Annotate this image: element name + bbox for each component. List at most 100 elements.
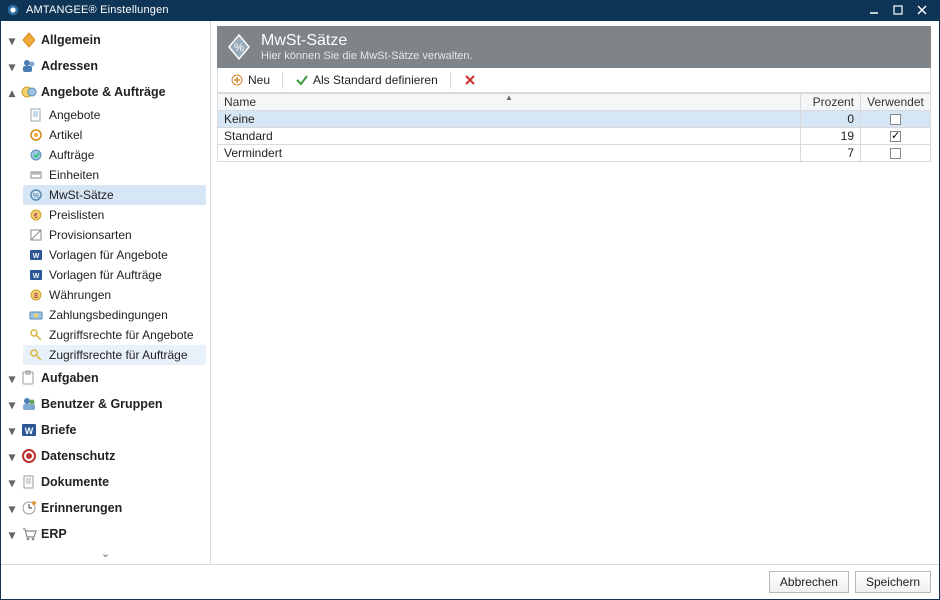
svg-text:W: W <box>33 273 40 280</box>
sidebar-item-label: Vorlagen für Aufträge <box>49 268 162 282</box>
plus-icon <box>230 73 244 87</box>
sidebar-cat-datenschutz[interactable]: ▾ Datenschutz <box>5 443 206 469</box>
sidebar-item-vorlagen-angebote[interactable]: W Vorlagen für Angebote <box>23 245 206 265</box>
sidebar-item-einheiten[interactable]: Einheiten <box>23 165 206 185</box>
key-icon <box>29 328 43 342</box>
sidebar-item-preislisten[interactable]: € Preislisten <box>23 205 206 225</box>
sidebar-item-auftraege[interactable]: Aufträge <box>23 145 206 165</box>
sidebar-item-waehrungen[interactable]: $ Währungen <box>23 285 206 305</box>
panel-banner: % MwSt-Sätze Hier können Sie die MwSt-Sä… <box>217 26 931 68</box>
sidebar-cat-dokumente[interactable]: ▾ Dokumente <box>5 469 206 495</box>
app-icon <box>6 3 20 17</box>
panel-title: MwSt-Sätze <box>261 32 473 50</box>
order-icon <box>29 148 43 162</box>
tax-icon: % <box>29 188 43 202</box>
svg-text:$: $ <box>34 293 38 300</box>
sidebar-cat-angebote[interactable]: ▴ Angebote & Aufträge <box>5 79 206 105</box>
article-icon <box>29 128 43 142</box>
delete-button[interactable] <box>457 71 483 89</box>
checkbox[interactable] <box>890 131 901 142</box>
commission-icon <box>29 228 43 242</box>
set-default-button[interactable]: Als Standard definieren <box>289 71 444 89</box>
panel-subtitle: Hier können Sie die MwSt-Sätze verwalten… <box>261 50 473 62</box>
word-icon: W <box>29 268 43 282</box>
chevron-down-icon: ▾ <box>7 451 17 461</box>
sidebar-cat-adressen[interactable]: ▾ Adressen <box>5 53 206 79</box>
checkbox[interactable] <box>890 114 901 125</box>
cart-icon <box>21 526 37 542</box>
new-button[interactable]: Neu <box>224 71 276 89</box>
column-header-prozent[interactable]: Prozent <box>801 93 861 110</box>
sidebar-item-zugriff-angebote[interactable]: Zugriffsrechte für Angebote <box>23 325 206 345</box>
svg-text:W: W <box>33 253 40 260</box>
sidebar-item-label: Zahlungsbedingungen <box>49 308 168 322</box>
table-row[interactable]: Keine 0 <box>218 110 931 127</box>
save-button[interactable]: Speichern <box>855 571 931 593</box>
cancel-button[interactable]: Abbrechen <box>769 571 849 593</box>
table-row[interactable]: Standard 19 <box>218 127 931 144</box>
sidebar-cat-label: Dokumente <box>41 475 109 489</box>
sidebar-item-provisionsarten[interactable]: Provisionsarten <box>23 225 206 245</box>
checkbox[interactable] <box>890 148 901 159</box>
scroll-down-icon[interactable]: ⌄ <box>5 547 206 560</box>
cell-verwendet <box>861 144 931 161</box>
sidebar-item-angebote[interactable]: Angebote <box>23 105 206 125</box>
sidebar-cat-label: Allgemein <box>41 33 101 47</box>
close-button[interactable] <box>910 0 934 20</box>
sidebar-item-label: Provisionsarten <box>49 228 132 242</box>
sidebar-cat-benutzer[interactable]: ▾ Benutzer & Gruppen <box>5 391 206 417</box>
tax-banner-icon: % <box>225 33 253 61</box>
column-header-verwendet[interactable]: Verwendet <box>861 93 931 110</box>
payment-icon <box>29 308 43 322</box>
chevron-down-icon: ▾ <box>7 477 17 487</box>
chevron-down-icon: ▾ <box>7 425 17 435</box>
tasks-icon <box>21 370 37 386</box>
chevron-down-icon: ▾ <box>7 399 17 409</box>
toolbar-label: Als Standard definieren <box>313 73 438 87</box>
svg-text:€: € <box>34 213 38 220</box>
minimize-button[interactable] <box>862 0 886 20</box>
chevron-up-icon: ▴ <box>7 87 17 97</box>
table-row[interactable]: Vermindert 7 <box>218 144 931 161</box>
data-grid: Name▲ Prozent Verwendet Keine 0 Standard <box>217 93 931 162</box>
sort-asc-icon: ▲ <box>505 93 513 102</box>
column-header-name[interactable]: Name▲ <box>218 93 801 110</box>
cell-prozent: 7 <box>801 144 861 161</box>
sidebar-item-mwst[interactable]: % MwSt-Sätze <box>23 185 206 205</box>
sidebar-item-vorlagen-auftraege[interactable]: W Vorlagen für Aufträge <box>23 265 206 285</box>
chevron-down-icon: ▾ <box>7 373 17 383</box>
window-title: AMTANGEE® Einstellungen <box>26 4 862 16</box>
sidebar-cat-briefe[interactable]: ▾ W Briefe <box>5 417 206 443</box>
sidebar-cat-label: Datenschutz <box>41 449 115 463</box>
chevron-down-icon: ▾ <box>7 529 17 539</box>
sidebar-cat-label: Aufgaben <box>41 371 99 385</box>
svg-text:%: % <box>33 193 39 200</box>
maximize-button[interactable] <box>886 0 910 20</box>
key-icon <box>29 348 43 362</box>
address-icon <box>21 58 37 74</box>
svg-text:W: W <box>25 426 34 436</box>
sidebar-item-artikel[interactable]: Artikel <box>23 125 206 145</box>
sidebar-item-label: Einheiten <box>49 168 99 182</box>
sidebar-cat-label: Briefe <box>41 423 76 437</box>
cell-prozent: 19 <box>801 127 861 144</box>
sidebar-cat-label: Angebote & Aufträge <box>41 85 166 99</box>
sidebar-item-zahlungsbedingungen[interactable]: Zahlungsbedingungen <box>23 305 206 325</box>
sidebar-subitems: Angebote Artikel Aufträge Einheiten <box>23 105 206 365</box>
document-icon <box>29 108 43 122</box>
toolbar-label: Neu <box>248 73 270 87</box>
footer: Abbrechen Speichern <box>1 564 939 599</box>
sidebar-item-zugriff-auftraege[interactable]: Zugriffsrechte für Aufträge <box>23 345 206 365</box>
sidebar-cat-erp[interactable]: ▾ ERP <box>5 521 206 547</box>
sidebar-cat-allgemein[interactable]: ▾ Allgemein <box>5 27 206 53</box>
toolbar: Neu Als Standard definieren <box>217 68 931 93</box>
sidebar-item-label: Zugriffsrechte für Aufträge <box>49 348 188 362</box>
chevron-down-icon: ▾ <box>7 61 17 71</box>
sidebar-item-label: MwSt-Sätze <box>49 188 114 202</box>
cell-prozent: 0 <box>801 110 861 127</box>
sidebar-cat-aufgaben[interactable]: ▾ Aufgaben <box>5 365 206 391</box>
users-icon <box>21 396 37 412</box>
sidebar-cat-erinnerungen[interactable]: ▾ Erinnerungen <box>5 495 206 521</box>
privacy-icon <box>21 448 37 464</box>
sidebar-item-label: Angebote <box>49 108 100 122</box>
